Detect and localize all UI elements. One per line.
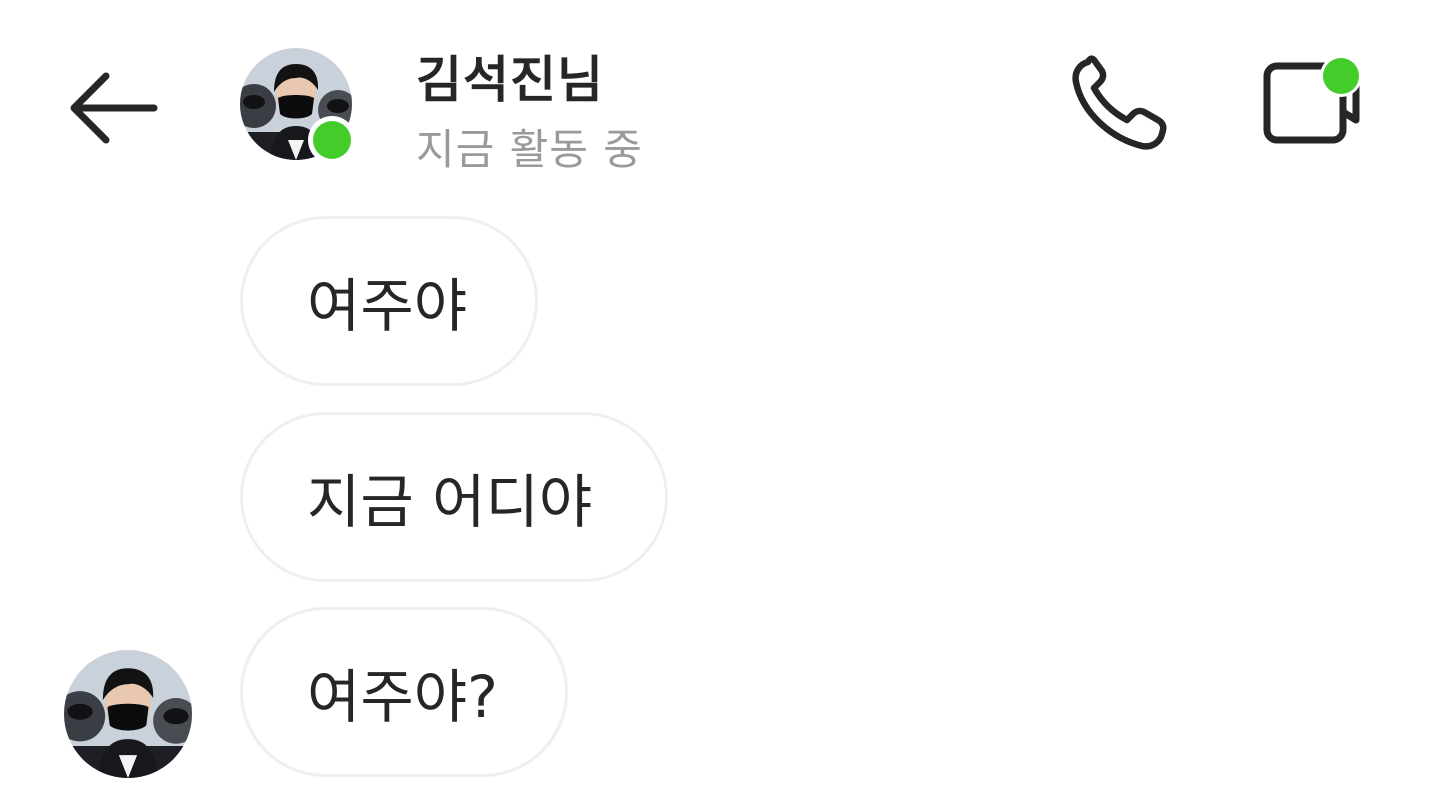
chat-user-name[interactable]: 김석진님 [416, 40, 604, 112]
voice-call-button[interactable] [1066, 54, 1174, 154]
message-bubble[interactable]: 여주야? [240, 607, 568, 777]
message-bubble[interactable]: 지금 어디야 [240, 412, 668, 582]
message-bubble[interactable]: 여주야 [240, 216, 538, 386]
phone-icon [1072, 55, 1167, 150]
online-status-indicator [308, 116, 356, 164]
chat-screen: 김석진님 지금 활동 중 여주야 지금 어디야 여주야? [0, 0, 1440, 800]
profile-photo [64, 650, 192, 778]
video-notification-dot [1320, 55, 1362, 97]
sender-avatar[interactable] [64, 650, 192, 778]
back-button[interactable] [58, 64, 166, 152]
arrow-left-icon [70, 72, 158, 144]
chat-user-status: 지금 활동 중 [416, 125, 643, 174]
